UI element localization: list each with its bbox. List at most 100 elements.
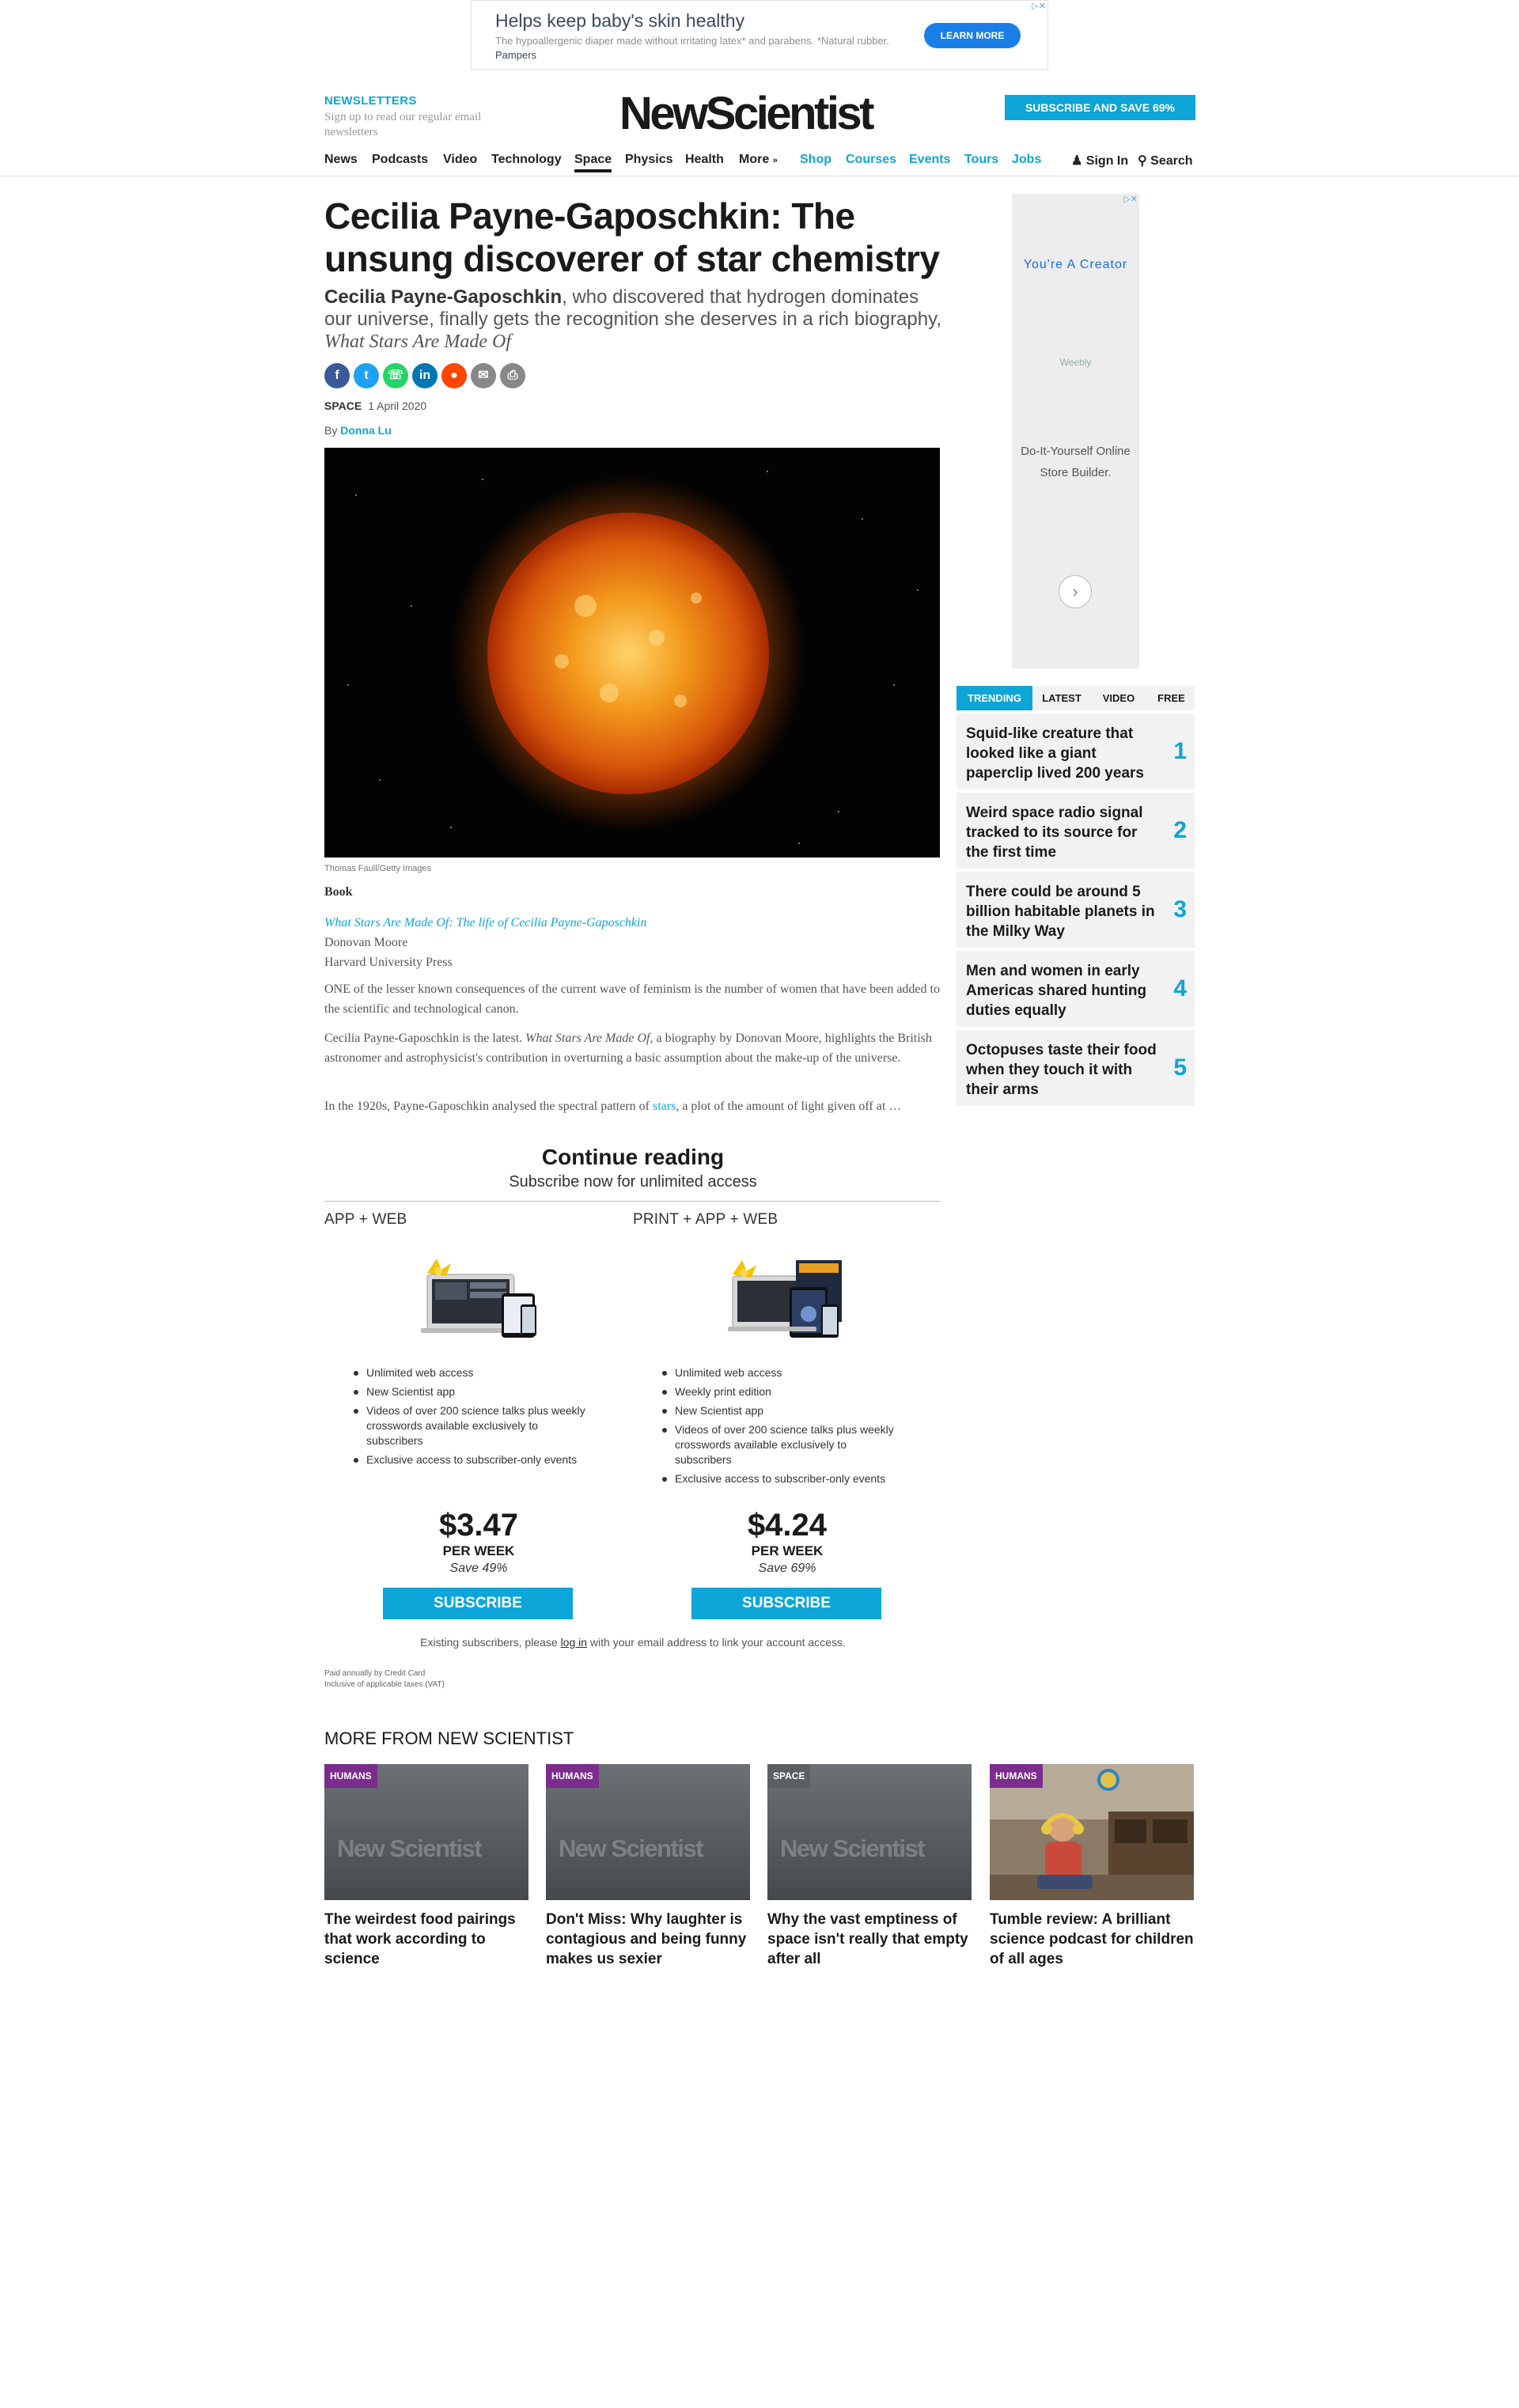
book-author: Donovan Moore (324, 936, 408, 949)
ad-choices-icon[interactable]: ▷✕ (1123, 194, 1138, 204)
ad-learn-more-button[interactable]: LEARN MORE (924, 23, 1021, 48)
trending-title: Squid-like creature that looked like a g… (966, 725, 1144, 782)
trending-title: There could be around 5 billion habitabl… (966, 884, 1155, 940)
subscribe-save-button[interactable]: SUBSCRIBE AND SAVE 69% (1005, 95, 1195, 120)
nav-tours[interactable]: Tours (964, 153, 998, 167)
list-item: Exclusive access to subscriber-only even… (354, 1452, 596, 1467)
card-title: Why the vast emptiness of space isn't re… (767, 1911, 968, 1967)
placeholder-logo: New Scientist (780, 1834, 926, 1862)
tab-free[interactable]: FREE (1148, 686, 1195, 710)
nav-technology[interactable]: Technology (491, 153, 562, 167)
list-item: New Scientist app (662, 1403, 904, 1418)
card-category[interactable]: HUMANS (990, 1764, 1043, 1788)
trending-item[interactable]: Weird space radio signal tracked to its … (956, 793, 1195, 869)
plan-name: APP + WEB (324, 1211, 407, 1228)
tab-latest[interactable]: LATEST (1034, 686, 1089, 710)
paywall-divider (324, 1201, 940, 1202)
list-item: Unlimited web access (354, 1365, 596, 1380)
tab-video[interactable]: VIDEO (1091, 686, 1146, 710)
linkedin-icon[interactable]: in (412, 363, 438, 388)
plan-save: Save 69% (758, 1562, 816, 1575)
more-card[interactable]: New Scientist HUMANS The weirdest food p… (324, 1764, 528, 1978)
article-headline: Cecilia Payne-Gaposchkin: The unsung dis… (324, 195, 940, 279)
book-title-link[interactable]: What Stars Are Made Of: The life of Ceci… (324, 913, 941, 933)
twitter-icon[interactable]: t (354, 363, 379, 388)
subscribe-app-web-button[interactable]: SUBSCRIBE (383, 1588, 573, 1619)
top-banner-ad[interactable]: Helps keep baby's skin healthy The hypoa… (471, 0, 1048, 70)
nav-news[interactable]: News (324, 153, 358, 167)
newsletters-link[interactable]: NEWSLETTERS (324, 94, 417, 108)
card-category[interactable]: SPACE (767, 1764, 811, 1788)
email-icon[interactable]: ✉ (471, 363, 496, 388)
nav-physics[interactable]: Physics (625, 153, 672, 167)
plan-per-week: PER WEEK (442, 1543, 515, 1558)
more-card[interactable]: New Scientist SPACE Why the vast emptine… (767, 1764, 972, 1978)
trending-rank: 2 (1173, 817, 1187, 843)
card-title: Don't Miss: Why laughter is contagious a… (546, 1911, 747, 1967)
plan-save: Save 49% (449, 1562, 508, 1575)
newsletters-subtext: Sign up to read our regular email newsle… (324, 111, 482, 138)
section-label[interactable]: SPACE (324, 399, 362, 412)
more-card[interactable]: New Scientist HUMANS Don't Miss: Why lau… (546, 1764, 750, 1978)
placeholder-logo: New Scientist (337, 1834, 483, 1862)
image-credit: Thomas Faull/Getty Images (324, 864, 432, 873)
book-publisher: Harvard University Press (324, 956, 453, 969)
nav-video[interactable]: Video (443, 153, 477, 167)
list-item: New Scientist app (354, 1384, 596, 1399)
card-title: Tumble review: A brilliant science podca… (990, 1911, 1194, 1967)
print-icon[interactable]: ⎙ (500, 363, 525, 388)
trending-title: Weird space radio signal tracked to its … (966, 805, 1143, 861)
nav-events[interactable]: Events (909, 153, 950, 167)
paid-annually-note: Paid annually by Credit Card (324, 1669, 426, 1678)
tax-note: Inclusive of applicable taxes (VAT) (324, 1680, 445, 1689)
trending-rank: 4 (1173, 975, 1187, 1001)
article-standfirst: Cecilia Payne-Gaposchkin, who discovered… (324, 286, 941, 352)
trending-item[interactable]: Octopuses taste their food when they tou… (956, 1030, 1195, 1106)
book-label: Book (324, 885, 353, 899)
trending-item[interactable]: Men and women in early Americas shared h… (956, 951, 1195, 1027)
whatsapp-icon[interactable]: ☏ (383, 363, 408, 388)
trending-tabs: TRENDING LATEST VIDEO FREE (956, 686, 1195, 710)
trending-item[interactable]: There could be around 5 billion habitabl… (956, 872, 1195, 948)
plan-price: $3.47 (438, 1508, 519, 1543)
plan-price: $4.24 (747, 1508, 828, 1543)
facebook-icon[interactable]: f (324, 363, 350, 388)
nav-health[interactable]: Health (685, 153, 724, 167)
plan-per-week: PER WEEK (751, 1543, 824, 1558)
site-logo[interactable]: NewScientist (619, 87, 875, 140)
user-icon: ♟ (1071, 154, 1083, 168)
nav-more[interactable]: More » (739, 153, 778, 167)
stars-link[interactable]: stars (653, 1100, 676, 1113)
tab-trending[interactable]: TRENDING (956, 686, 1032, 710)
reddit-icon[interactable]: ● (441, 363, 467, 388)
trending-rank: 3 (1173, 896, 1187, 922)
trending-rank: 5 (1173, 1054, 1187, 1081)
nav-shop[interactable]: Shop (800, 153, 831, 167)
nav-courses[interactable]: Courses (846, 153, 896, 167)
chevron-right-icon[interactable]: › (1059, 575, 1092, 608)
card-title: The weirdest food pairings that work acc… (324, 1911, 516, 1967)
continue-reading-title: Continue reading (541, 1145, 725, 1169)
plan-name: PRINT + APP + WEB (633, 1211, 778, 1228)
nav-jobs[interactable]: Jobs (1012, 153, 1041, 167)
log-in-link[interactable]: log in (561, 1636, 587, 1649)
sidebar-ad[interactable]: You're A Creator Weebly Do-It-Yourself O… (1012, 194, 1139, 668)
trending-item[interactable]: Squid-like creature that looked like a g… (956, 714, 1195, 789)
search-link[interactable]: ⚲ Search (1138, 153, 1193, 168)
more-card[interactable]: HUMANS Tumble review: A brilliant scienc… (990, 1764, 1194, 1978)
ad-choices-icon[interactable]: ▷✕ (1032, 1, 1046, 11)
nav-space[interactable]: Space (574, 153, 612, 172)
author-link[interactable]: Donna Lu (340, 424, 392, 437)
card-category[interactable]: HUMANS (546, 1764, 599, 1788)
plan-devices-image (728, 1259, 848, 1341)
nav-podcasts[interactable]: Podcasts (372, 153, 428, 167)
main-nav: News Podcasts Video Technology Space Phy… (324, 153, 1195, 176)
card-category[interactable]: HUMANS (324, 1764, 377, 1788)
subscribe-print-app-web-button[interactable]: SUBSCRIBE (691, 1588, 881, 1619)
plan-devices-image (419, 1259, 540, 1341)
search-icon: ⚲ (1138, 154, 1147, 168)
plan-features: Unlimited web access New Scientist app V… (354, 1365, 596, 1471)
sign-in-link[interactable]: ♟ Sign In (1071, 153, 1128, 168)
existing-subscribers-note: Existing subscribers, please log in with… (420, 1636, 846, 1649)
list-item: Videos of over 200 science talks plus we… (662, 1422, 904, 1467)
